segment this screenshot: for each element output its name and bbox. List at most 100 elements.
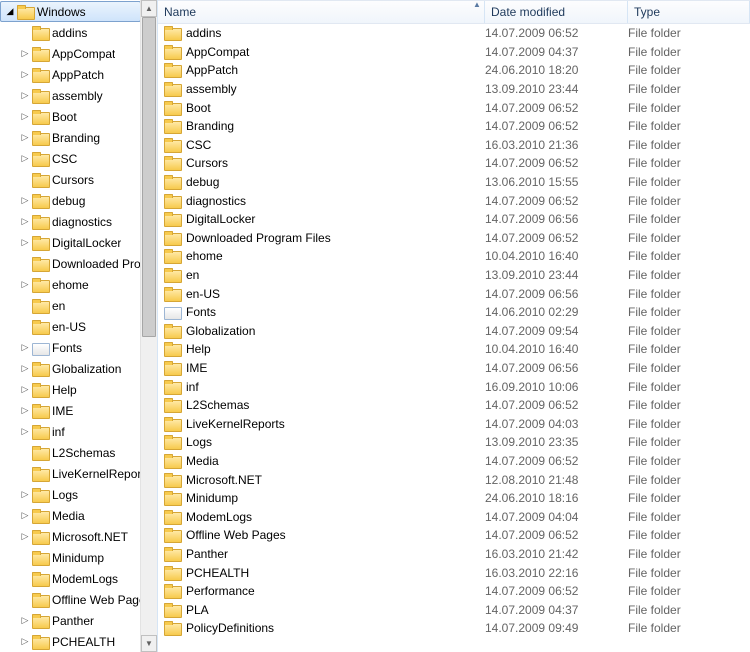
expander-closed-icon[interactable]: ▷ (18, 614, 32, 628)
file-row[interactable]: Logs13.09.2010 23:35File folder (158, 433, 750, 452)
expander-closed-icon[interactable]: ▷ (18, 131, 32, 145)
tree-item[interactable]: L2Schemas (0, 442, 141, 463)
file-name: PLA (186, 603, 209, 617)
tree-item[interactable]: ▷assembly (0, 85, 141, 106)
tree-item[interactable]: ModemLogs (0, 568, 141, 589)
tree-item-root[interactable]: ◢ Windows (0, 1, 141, 22)
expander-closed-icon[interactable]: ▷ (18, 110, 32, 124)
tree-item[interactable]: ▷IME (0, 400, 141, 421)
file-row[interactable]: debug13.06.2010 15:55File folder (158, 173, 750, 192)
tree-item[interactable]: ▷Branding (0, 127, 141, 148)
tree-item[interactable]: ▷Microsoft.NET (0, 526, 141, 547)
tree-item[interactable]: ▷Panther (0, 610, 141, 631)
expander-closed-icon[interactable]: ▷ (18, 425, 32, 439)
scroll-down-icon[interactable]: ▼ (141, 635, 157, 652)
tree-item[interactable]: en (0, 295, 141, 316)
file-row[interactable]: ehome10.04.2010 16:40File folder (158, 247, 750, 266)
file-row[interactable]: Offline Web Pages14.07.2009 06:52File fo… (158, 526, 750, 545)
scroll-up-icon[interactable]: ▲ (141, 0, 157, 17)
file-row[interactable]: Minidump24.06.2010 18:16File folder (158, 489, 750, 508)
tree-item[interactable]: ▷ehome (0, 274, 141, 295)
tree-item[interactable]: ▷Media (0, 505, 141, 526)
tree-item[interactable]: Downloaded Program Files (0, 253, 141, 274)
tree-item[interactable]: ▷diagnostics (0, 211, 141, 232)
file-row[interactable]: IME14.07.2009 06:56File folder (158, 359, 750, 378)
expander-closed-icon[interactable]: ▷ (18, 89, 32, 103)
expander-closed-icon[interactable]: ▷ (18, 194, 32, 208)
column-header-type[interactable]: Type (628, 1, 750, 23)
tree-item[interactable]: ▷Fonts (0, 337, 141, 358)
expander-closed-icon[interactable]: ▷ (18, 215, 32, 229)
folder-tree[interactable]: ◢ Windows addins▷AppCompat▷AppPatch▷asse… (0, 0, 141, 652)
tree-item[interactable]: ▷AppPatch (0, 64, 141, 85)
file-row[interactable]: Globalization14.07.2009 09:54File folder (158, 322, 750, 341)
file-row[interactable]: en-US14.07.2009 06:56File folder (158, 284, 750, 303)
file-row[interactable]: LiveKernelReports14.07.2009 04:03File fo… (158, 414, 750, 433)
file-row[interactable]: Boot14.07.2009 06:52File folder (158, 98, 750, 117)
tree-scrollbar[interactable]: ▲ ▼ (140, 0, 157, 652)
tree-item[interactable]: LiveKernelReports (0, 463, 141, 484)
file-row[interactable]: addins14.07.2009 06:52File folder (158, 24, 750, 43)
tree-item[interactable]: ▷debug (0, 190, 141, 211)
scroll-thumb[interactable] (142, 17, 156, 337)
file-row[interactable]: PolicyDefinitions14.07.2009 09:49File fo… (158, 619, 750, 638)
expander-closed-icon[interactable]: ▷ (18, 404, 32, 418)
tree-item[interactable]: en-US (0, 316, 141, 337)
expander-closed-icon[interactable]: ▷ (18, 530, 32, 544)
expander-closed-icon[interactable]: ▷ (18, 152, 32, 166)
expander-closed-icon[interactable]: ▷ (18, 68, 32, 82)
tree-item[interactable]: ▷PCHEALTH (0, 631, 141, 652)
file-row[interactable]: Microsoft.NET12.08.2010 21:48File folder (158, 470, 750, 489)
file-row[interactable]: L2Schemas14.07.2009 06:52File folder (158, 396, 750, 415)
file-row[interactable]: diagnostics14.07.2009 06:52File folder (158, 191, 750, 210)
tree-item[interactable]: ▷inf (0, 421, 141, 442)
tree-item[interactable]: addins (0, 22, 141, 43)
file-row[interactable]: en13.09.2010 23:44File folder (158, 266, 750, 285)
tree-item[interactable]: ▷Help (0, 379, 141, 400)
file-row[interactable]: CSC16.03.2010 21:36File folder (158, 136, 750, 155)
file-list[interactable]: addins14.07.2009 06:52File folderAppComp… (158, 24, 750, 638)
expander-closed-icon[interactable]: ▷ (18, 236, 32, 250)
file-row[interactable]: assembly13.09.2010 23:44File folder (158, 80, 750, 99)
tree-item[interactable]: ▷AppCompat (0, 43, 141, 64)
expander-closed-icon[interactable]: ▷ (18, 278, 32, 292)
file-row[interactable]: Help10.04.2010 16:40File folder (158, 340, 750, 359)
tree-label: ModemLogs (52, 572, 118, 586)
expander-closed-icon[interactable]: ▷ (18, 47, 32, 61)
tree-item[interactable]: Offline Web Pages (0, 589, 141, 610)
tree-item[interactable]: ▷Globalization (0, 358, 141, 379)
expander-closed-icon[interactable]: ▷ (18, 509, 32, 523)
column-header-date[interactable]: Date modified (485, 1, 628, 23)
expander-closed-icon[interactable]: ▷ (18, 341, 32, 355)
tree-item[interactable]: ▷Logs (0, 484, 141, 505)
column-header-name[interactable]: Name (158, 1, 485, 23)
file-row[interactable]: Media14.07.2009 06:52File folder (158, 452, 750, 471)
file-name: ehome (186, 249, 223, 263)
scroll-track[interactable] (141, 17, 157, 635)
file-row[interactable]: Panther16.03.2010 21:42File folder (158, 545, 750, 564)
tree-item[interactable]: Minidump (0, 547, 141, 568)
file-row[interactable]: AppPatch24.06.2010 18:20File folder (158, 61, 750, 80)
file-row[interactable]: AppCompat14.07.2009 04:37File folder (158, 43, 750, 62)
tree-item[interactable]: ▷DigitalLocker (0, 232, 141, 253)
file-row[interactable]: ModemLogs14.07.2009 04:04File folder (158, 507, 750, 526)
expander-closed-icon[interactable]: ▷ (18, 383, 32, 397)
file-row[interactable]: Cursors14.07.2009 06:52File folder (158, 154, 750, 173)
expander-closed-icon[interactable]: ▷ (18, 488, 32, 502)
file-row[interactable]: PCHEALTH16.03.2010 22:16File folder (158, 563, 750, 582)
expander-closed-icon[interactable]: ▷ (18, 362, 32, 376)
file-row[interactable]: Branding14.07.2009 06:52File folder (158, 117, 750, 136)
expander-closed-icon[interactable]: ▷ (18, 635, 32, 649)
tree-item[interactable]: ▷CSC (0, 148, 141, 169)
file-row[interactable]: Downloaded Program Files14.07.2009 06:52… (158, 229, 750, 248)
file-name: en-US (186, 287, 220, 301)
tree-item[interactable]: Cursors (0, 169, 141, 190)
tree-item[interactable]: ▷Boot (0, 106, 141, 127)
file-row[interactable]: Performance14.07.2009 06:52File folder (158, 582, 750, 601)
folder-icon (164, 45, 180, 59)
file-row[interactable]: Fonts14.06.2010 02:29File folder (158, 303, 750, 322)
expander-open-icon[interactable]: ◢ (3, 5, 17, 19)
file-row[interactable]: DigitalLocker14.07.2009 06:56File folder (158, 210, 750, 229)
file-row[interactable]: inf16.09.2010 10:06File folder (158, 377, 750, 396)
file-row[interactable]: PLA14.07.2009 04:37File folder (158, 600, 750, 619)
